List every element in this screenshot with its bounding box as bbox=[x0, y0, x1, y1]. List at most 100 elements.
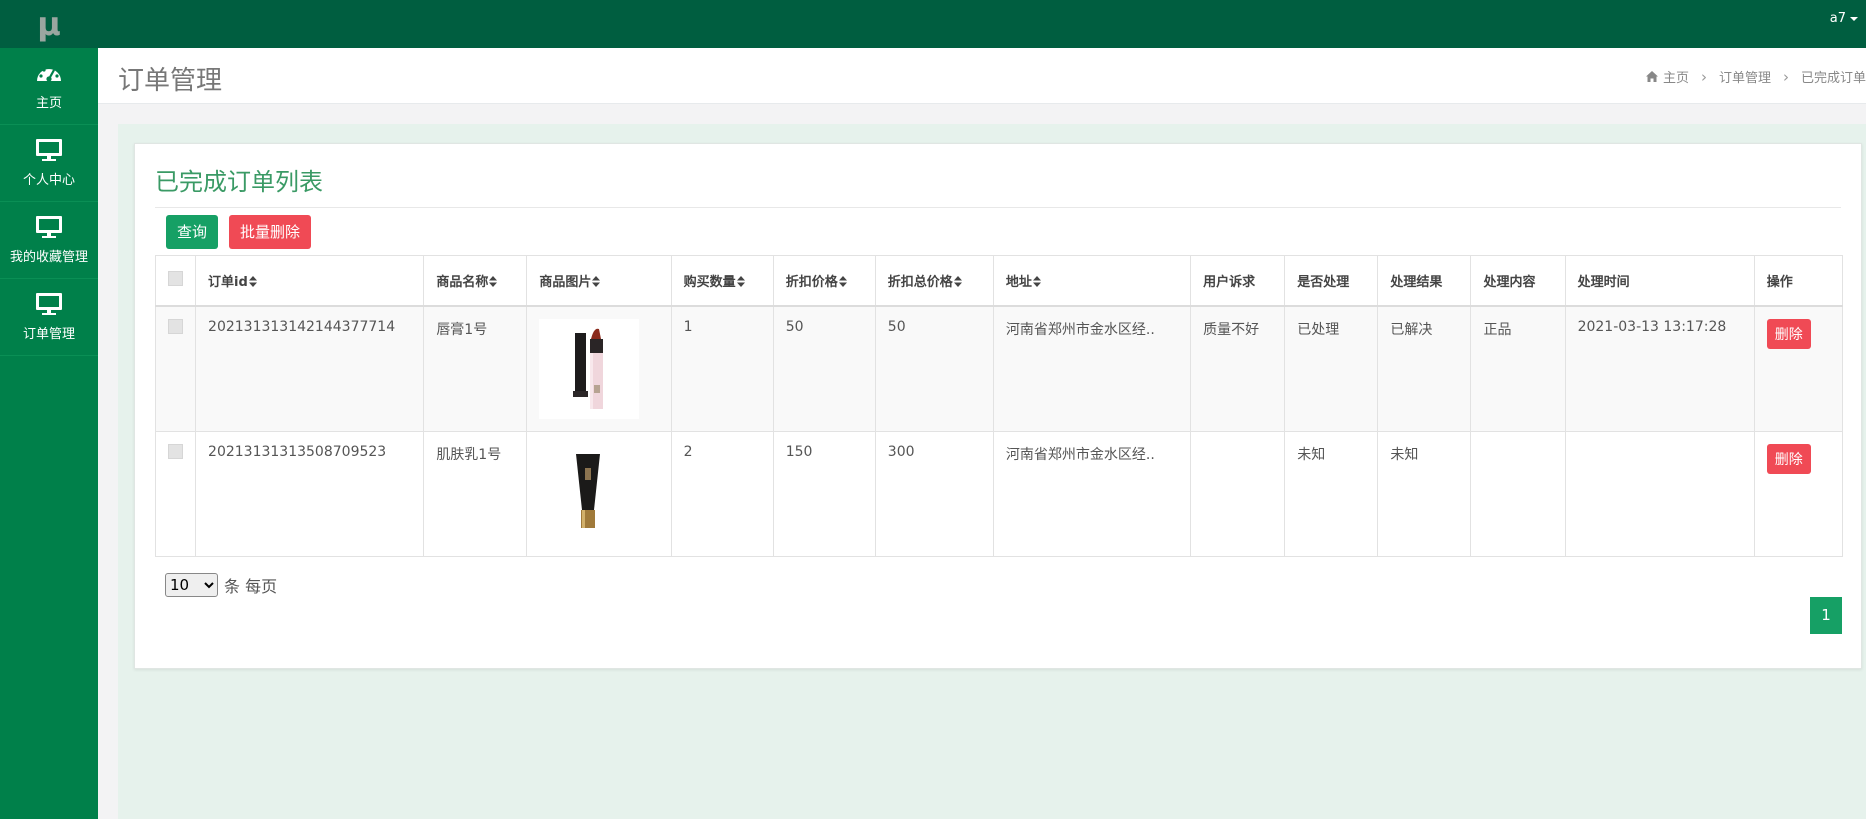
pagination-page-button[interactable]: 1 bbox=[1810, 597, 1842, 634]
column-header-quantity[interactable]: 购买数量 bbox=[670, 255, 774, 307]
column-label: 购买数量 bbox=[683, 274, 736, 290]
column-header-product-name[interactable]: 商品名称 bbox=[423, 255, 528, 307]
monitor-icon bbox=[36, 293, 62, 315]
column-header-order-id[interactable]: 订单id bbox=[195, 255, 425, 307]
topbar: a7 bbox=[98, 0, 1866, 48]
column-header-content: 处理内容 bbox=[1470, 255, 1566, 307]
sort-icon bbox=[953, 275, 962, 287]
actions-cell: 删除 bbox=[1753, 430, 1844, 557]
column-label: 商品图片 bbox=[539, 274, 592, 290]
breadcrumb-separator-icon: › bbox=[1700, 67, 1707, 86]
delete-button[interactable]: 删除 bbox=[1766, 443, 1811, 474]
address-cell: 河南省郑州市金水区经.. bbox=[992, 305, 1192, 432]
column-header-result: 处理结果 bbox=[1377, 255, 1472, 307]
sidebar-item-home[interactable]: 主页 bbox=[0, 48, 98, 125]
processed-cell: 已处理 bbox=[1284, 305, 1379, 432]
address-cell: 河南省郑州市金水区经.. bbox=[992, 430, 1192, 557]
monitor-icon bbox=[36, 216, 62, 238]
select-all-header bbox=[154, 255, 197, 307]
column-header-discount-total[interactable]: 折扣总价格 bbox=[874, 255, 994, 307]
sidebar: μ 主页 个人中心 我的收藏管理 订单管理 bbox=[0, 0, 98, 819]
batch-delete-button[interactable]: 批量删除 bbox=[229, 215, 312, 249]
discount-total-cell: 50 bbox=[874, 305, 994, 432]
logo: μ bbox=[0, 0, 98, 48]
result-cell: 已解决 bbox=[1377, 305, 1472, 432]
select-all-checkbox[interactable] bbox=[168, 270, 183, 286]
sort-icon bbox=[592, 275, 601, 287]
product-name-cell: 唇膏1号 bbox=[423, 305, 528, 432]
query-button[interactable]: 查询 bbox=[166, 215, 219, 249]
delete-button[interactable]: 删除 bbox=[1766, 318, 1811, 349]
column-header-time: 处理时间 bbox=[1564, 255, 1755, 307]
content-cell bbox=[1470, 430, 1566, 557]
discount-price-cell: 150 bbox=[772, 430, 876, 557]
sort-icon bbox=[736, 275, 745, 287]
sort-icon bbox=[838, 275, 847, 287]
sidebar-item-label: 个人中心 bbox=[22, 173, 75, 188]
dashboard-icon bbox=[37, 65, 61, 82]
processed-cell: 未知 bbox=[1284, 430, 1379, 557]
actions-cell: 删除 bbox=[1753, 305, 1844, 432]
column-label: 折扣总价格 bbox=[887, 274, 953, 290]
page-header: 订单管理 主页 › 订单管理 › 已完成订单 bbox=[98, 48, 1866, 104]
page-size-suffix: 条 每页 bbox=[224, 577, 278, 596]
sidebar-item-label: 订单管理 bbox=[22, 327, 75, 342]
user-menu[interactable]: a7 bbox=[1830, 11, 1858, 26]
result-cell: 未知 bbox=[1377, 430, 1472, 557]
discount-price-cell: 50 bbox=[772, 305, 876, 432]
sort-icon bbox=[1032, 275, 1041, 287]
table-header-row: 订单id 商品名称 商品图片 购买数量 折扣价格 折扣总价格 地址 用户诉求 是… bbox=[154, 255, 1844, 307]
page-size-control: 10 条 每页 bbox=[165, 573, 277, 597]
sidebar-item-label: 我的收藏管理 bbox=[9, 250, 88, 265]
order-id-cell: 202131313142144377714 bbox=[195, 305, 425, 432]
page-title: 订单管理 bbox=[118, 66, 223, 96]
order-list-panel: 已完成订单列表 查询 批量删除 订单id 商品名称 商品图片 购买数量 折扣价格… bbox=[134, 143, 1862, 669]
lipstick-image bbox=[539, 318, 640, 419]
time-cell: 2021-03-13 13:17:28 bbox=[1564, 305, 1755, 432]
monitor-icon bbox=[36, 139, 62, 161]
breadcrumb-orders[interactable]: 订单管理 bbox=[1719, 67, 1771, 86]
row-checkbox[interactable] bbox=[168, 318, 183, 334]
product-name-cell: 肌肤乳1号 bbox=[423, 430, 528, 557]
row-select-cell bbox=[154, 430, 197, 557]
breadcrumb-home[interactable]: 主页 bbox=[1663, 67, 1689, 86]
discount-total-cell: 300 bbox=[874, 430, 994, 557]
product-image-cell bbox=[526, 305, 672, 432]
quantity-cell: 1 bbox=[670, 305, 774, 432]
order-id-cell: 202131313135087095​23 bbox=[195, 430, 425, 557]
row-checkbox[interactable] bbox=[168, 443, 183, 459]
column-header-product-image[interactable]: 商品图片 bbox=[526, 255, 672, 307]
column-header-actions: 操作 bbox=[1753, 255, 1844, 307]
table-row: 202131313135087095​23 肌肤乳1号 2 150 300 河南… bbox=[154, 430, 1844, 557]
column-header-processed: 是否处理 bbox=[1284, 255, 1379, 307]
quantity-cell: 2 bbox=[670, 430, 774, 557]
column-header-appeal: 用户诉求 bbox=[1190, 255, 1286, 307]
page-size-select[interactable]: 10 bbox=[165, 573, 218, 597]
username: a7 bbox=[1829, 11, 1846, 26]
column-label: 折扣价格 bbox=[785, 274, 838, 290]
sidebar-item-label: 主页 bbox=[35, 96, 62, 111]
column-label: 商品名称 bbox=[436, 274, 489, 290]
orders-table: 订单id 商品名称 商品图片 购买数量 折扣价格 折扣总价格 地址 用户诉求 是… bbox=[154, 255, 1844, 557]
lotion-tube-image bbox=[539, 443, 640, 544]
appeal-cell bbox=[1190, 430, 1286, 557]
breadcrumb-separator-icon: › bbox=[1782, 67, 1789, 86]
panel-title: 已完成订单列表 bbox=[155, 162, 1841, 208]
breadcrumb: 主页 › 订单管理 › 已完成订单 bbox=[1645, 67, 1866, 86]
appeal-cell: 质量不好 bbox=[1190, 305, 1286, 432]
column-header-discount-price[interactable]: 折扣价格 bbox=[772, 255, 876, 307]
home-icon bbox=[1645, 71, 1658, 82]
column-label: 订单id bbox=[208, 274, 248, 290]
product-image-cell bbox=[526, 430, 672, 557]
sidebar-item-profile[interactable]: 个人中心 bbox=[0, 125, 98, 202]
caret-down-icon bbox=[1850, 16, 1858, 21]
content-cell: 正品 bbox=[1470, 305, 1566, 432]
column-label: 地址 bbox=[1005, 274, 1032, 290]
sidebar-item-favorites[interactable]: 我的收藏管理 bbox=[0, 202, 98, 279]
sort-icon bbox=[248, 275, 257, 287]
breadcrumb-current: 已完成订单 bbox=[1800, 71, 1866, 86]
sidebar-item-orders[interactable]: 订单管理 bbox=[0, 279, 98, 356]
column-header-address[interactable]: 地址 bbox=[992, 255, 1192, 307]
table-row: 202131313142144377714 唇膏1号 1 50 50 河南省郑州… bbox=[154, 305, 1844, 432]
time-cell bbox=[1564, 430, 1755, 557]
